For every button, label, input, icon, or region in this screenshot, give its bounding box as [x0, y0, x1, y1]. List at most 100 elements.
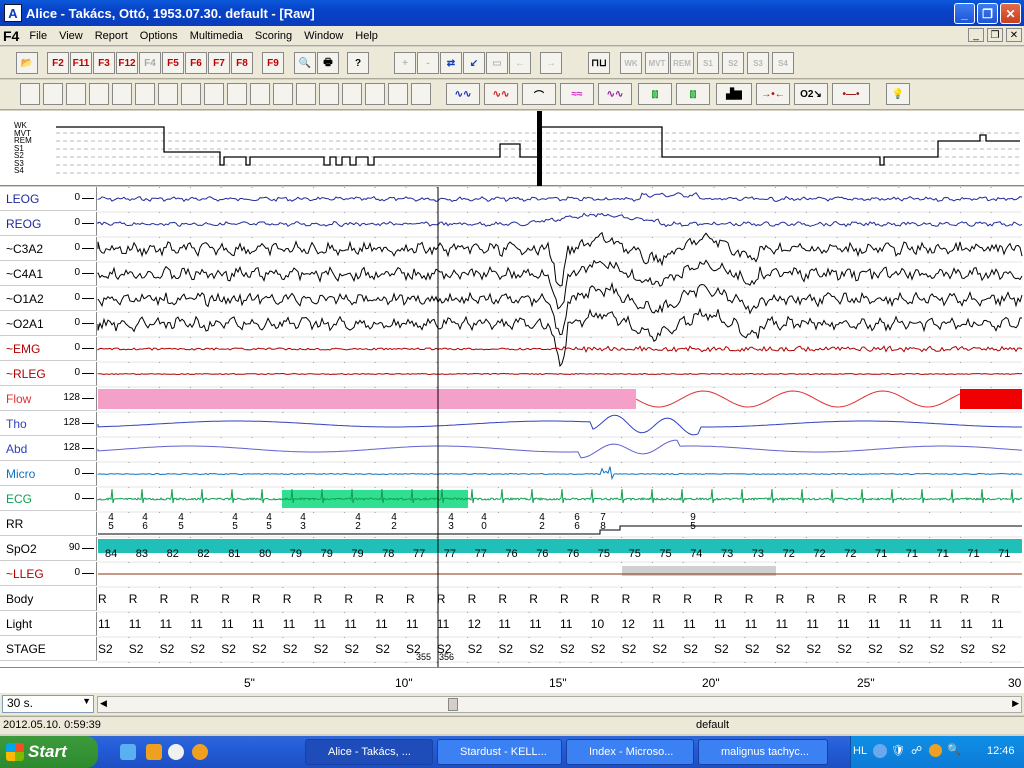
menu-multimedia[interactable]: Multimedia — [184, 30, 249, 42]
menu-report[interactable]: Report — [89, 30, 134, 42]
f4-button[interactable]: F4 — [139, 52, 161, 74]
quicklaunch-ie-icon[interactable] — [120, 744, 136, 760]
tray-clock-icon[interactable] — [929, 744, 942, 757]
expand-channels-icon[interactable]: ⇄ — [440, 52, 462, 74]
f11-button[interactable]: F11 — [70, 52, 92, 74]
zoom-out-button[interactable]: - — [417, 52, 439, 74]
print-icon[interactable]: 🖶 — [317, 52, 339, 74]
stage-wk-button[interactable]: WK — [620, 52, 642, 74]
desaturation-icon[interactable]: ▟▆ — [716, 83, 752, 105]
mdi-restore-button[interactable]: ❐ — [987, 28, 1003, 42]
plm-event-icon[interactable]: •—• — [832, 83, 870, 105]
disabled-toolbar-button[interactable] — [204, 83, 224, 105]
menu-window[interactable]: Window — [298, 30, 349, 42]
disabled-toolbar-button[interactable] — [181, 83, 201, 105]
signal-panel[interactable]: LEOG 0 REOG 0 ~C3A2 0 ~C4A1 0 ~O1A2 0 ~O2A1 0 ~EMG 0 ~… — [0, 187, 1024, 667]
help-icon[interactable]: ? — [347, 52, 369, 74]
disabled-toolbar-button[interactable] — [296, 83, 316, 105]
disabled-toolbar-button[interactable] — [158, 83, 178, 105]
horizontal-scrollbar[interactable]: ◀ ▶ — [97, 696, 1022, 713]
stage-s2-button[interactable]: S2 — [722, 52, 744, 74]
tray-network-icon[interactable]: ☍ — [911, 744, 922, 757]
flow-wave-icon[interactable]: ∿∿ — [484, 83, 518, 105]
mdi-minimize-button[interactable]: _ — [968, 28, 984, 42]
quicklaunch-clock-icon[interactable] — [192, 744, 208, 760]
stage-rem-button[interactable]: REM — [670, 52, 694, 74]
arrow-right-icon[interactable]: → — [540, 52, 562, 74]
menu-options[interactable]: Options — [134, 30, 184, 42]
compress-channels-icon[interactable]: ↙ — [463, 52, 485, 74]
disabled-toolbar-button[interactable] — [365, 83, 385, 105]
stage-s1-button[interactable]: S1 — [697, 52, 719, 74]
minimize-button[interactable]: _ — [954, 3, 975, 24]
disabled-toolbar-button[interactable] — [112, 83, 132, 105]
scroll-left-icon[interactable]: ◀ — [100, 698, 107, 709]
arrow-left-icon[interactable]: ← — [509, 52, 531, 74]
f8-button[interactable]: F8 — [231, 52, 253, 74]
task-malignus[interactable]: malignus tachyc... — [698, 739, 828, 765]
start-button[interactable]: Start — [0, 736, 98, 768]
menu-scoring[interactable]: Scoring — [249, 30, 298, 42]
lightbulb-icon[interactable]: 💡 — [886, 83, 910, 105]
f3-button[interactable]: F3 — [93, 52, 115, 74]
disabled-toolbar-button[interactable] — [388, 83, 408, 105]
zoom-in-button[interactable]: + — [394, 52, 416, 74]
scroll-right-icon[interactable]: ▶ — [1012, 698, 1019, 709]
stage-mvt-button[interactable]: MVT — [645, 52, 669, 74]
disabled-toolbar-button[interactable] — [411, 83, 431, 105]
menu-file[interactable]: File — [23, 30, 53, 42]
disabled-toolbar-button[interactable] — [66, 83, 86, 105]
eeg-wave-icon[interactable]: ∿∿ — [446, 83, 480, 105]
spindle-wave-icon[interactable]: ≈≈ — [560, 83, 594, 105]
disabled-toolbar-button[interactable] — [20, 83, 40, 105]
tray-arrow-icon[interactable] — [873, 744, 887, 758]
disabled-toolbar-button[interactable] — [43, 83, 63, 105]
f5-button[interactable]: F5 — [162, 52, 184, 74]
f7-button[interactable]: F7 — [208, 52, 230, 74]
disabled-toolbar-button[interactable] — [89, 83, 109, 105]
f2-button[interactable]: F2 — [47, 52, 69, 74]
tray-search-icon[interactable]: 🔍 — [947, 743, 961, 756]
search-icon[interactable]: 🔍 — [294, 52, 316, 74]
tray-language[interactable]: HL — [853, 745, 867, 757]
quicklaunch-media-icon[interactable] — [168, 744, 184, 760]
disabled-toolbar-button[interactable] — [342, 83, 362, 105]
menu-view[interactable]: View — [53, 30, 89, 42]
task-alice[interactable]: Alice - Takács, ... — [305, 739, 433, 765]
o2-desat-button[interactable]: O2↘ — [794, 83, 828, 105]
open-folder-icon[interactable]: 📂 — [16, 52, 38, 74]
restore-button[interactable]: ❐ — [977, 3, 998, 24]
frame-icon[interactable]: ▭ — [486, 52, 508, 74]
tray-shield-icon[interactable]: 🛡 — [891, 744, 905, 757]
task-stardust[interactable]: Stardust - KELL... — [437, 739, 562, 765]
disabled-toolbar-button[interactable] — [250, 83, 270, 105]
disabled-toolbar-button[interactable] — [227, 83, 247, 105]
scroll-thumb[interactable] — [448, 698, 458, 711]
hypnogram-icon[interactable]: ⊓⊔ — [588, 52, 610, 74]
baseline-wave-icon[interactable]: ⌒ — [522, 83, 556, 105]
task-index[interactable]: Index - Microso... — [566, 739, 694, 765]
hypnogram-graph — [56, 111, 1020, 186]
disabled-toolbar-button[interactable] — [273, 83, 293, 105]
stage-s3-button[interactable]: S3 — [747, 52, 769, 74]
limb-movement-icon[interactable]: →•← — [756, 83, 790, 105]
hypnogram-panel[interactable] — [0, 111, 1024, 186]
trace-abd — [97, 439, 1023, 459]
alpha-wave-icon[interactable]: ∿∿ — [598, 83, 632, 105]
menu-help[interactable]: Help — [349, 30, 384, 42]
ecg-event-icon[interactable]: ⫾⫾ — [638, 83, 672, 105]
quicklaunch-outlook-icon[interactable] — [146, 744, 162, 760]
f12-button[interactable]: F12 — [116, 52, 138, 74]
f6-button[interactable]: F6 — [185, 52, 207, 74]
epoch-length-select[interactable]: 30 s. ▼ — [2, 695, 94, 713]
stage-value: S2 — [714, 642, 729, 656]
disabled-toolbar-button[interactable] — [135, 83, 155, 105]
hypnogram-cursor[interactable] — [537, 111, 542, 186]
stage-s4-button[interactable]: S4 — [772, 52, 794, 74]
f9-button[interactable]: F9 — [262, 52, 284, 74]
mdi-close-button[interactable]: ✕ — [1006, 28, 1022, 42]
arousal-event-icon[interactable]: ⫾⫾ — [676, 83, 710, 105]
disabled-toolbar-button[interactable] — [319, 83, 339, 105]
close-button[interactable]: ✕ — [1000, 3, 1021, 24]
light-value: 12 — [622, 617, 636, 631]
